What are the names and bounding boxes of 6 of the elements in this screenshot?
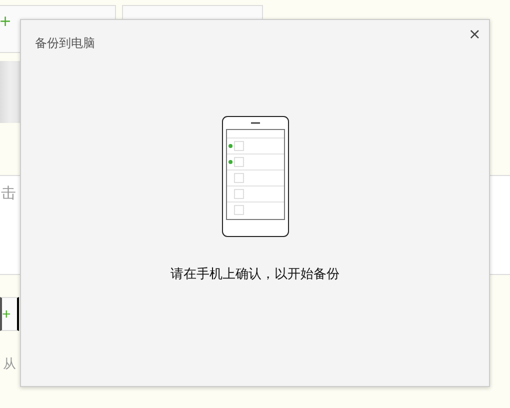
dialog-title: 备份到电脑 [35, 35, 95, 52]
thumbnail [0, 61, 20, 123]
panel-text: 击 [1, 184, 17, 203]
close-button[interactable]: × [468, 27, 481, 42]
confirm-message: 请在手机上确认，以开始备份 [170, 266, 340, 283]
hint-text: 从 [3, 356, 17, 373]
